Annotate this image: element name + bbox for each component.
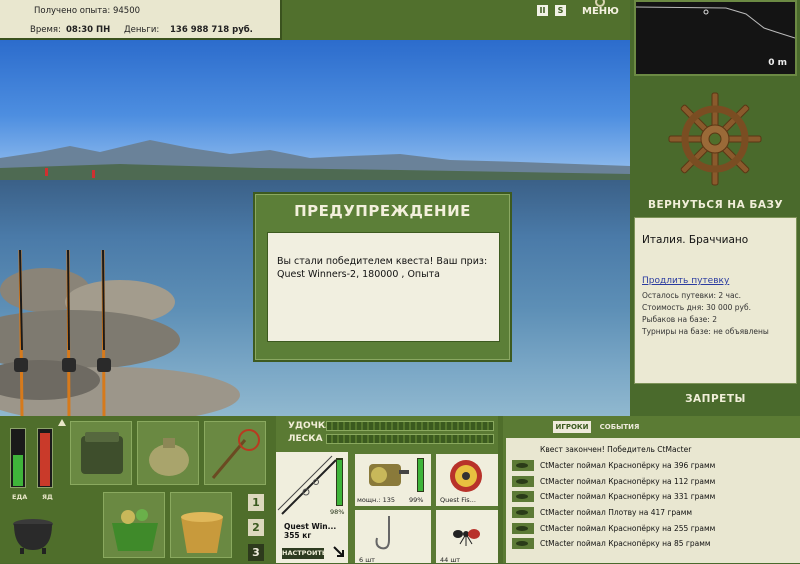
day-cost: Стоимость дня: 30 000 руб. — [642, 303, 751, 312]
rod-condition-percent: 98% — [330, 508, 345, 516]
tab-events[interactable]: СОБЫТИЯ — [597, 421, 642, 433]
bag-slot[interactable] — [137, 421, 199, 485]
dialog-message: Вы стали победителем квеста! Ваш приз: Q… — [277, 256, 488, 280]
base-location: Италия. Браччиано — [642, 234, 749, 246]
list-item: CtMacter поймал Краснопёрку на 255 грамм — [540, 524, 716, 533]
ship-wheel-icon[interactable] — [668, 92, 763, 187]
bans-button[interactable]: ЗАПРЕТЫ — [634, 390, 797, 408]
inventory-tab-2[interactable]: 2 — [248, 519, 264, 536]
line-tension-bar — [326, 434, 494, 444]
poison-meter — [37, 428, 53, 488]
tournaments-at-base: Турниры на базе: не объявлены — [642, 327, 769, 336]
dialog-body: Вы стали победителем квеста! Ваш приз: Q… — [267, 232, 500, 342]
buoy-icon — [45, 168, 48, 176]
list-item: CtMacter поймал Краснопёрку на 85 грамм — [540, 539, 711, 548]
rod-tension-bar — [326, 421, 494, 431]
event-log[interactable]: Квест закончен! Победитель CtMacter CtMa… — [506, 438, 800, 563]
line-name: Quest Fis... — [440, 496, 476, 504]
fish-icon — [512, 491, 534, 502]
hook-icon — [375, 516, 390, 550]
sound-button[interactable]: S — [555, 5, 566, 16]
inventory-tab-1[interactable]: 1 — [248, 494, 264, 511]
return-to-base-button[interactable]: ВЕРНУТЬСЯ НА БАЗУ — [634, 196, 797, 214]
poison-label: ЯД — [42, 493, 53, 501]
distance-readout: 0 m — [768, 58, 787, 68]
list-item: CtMacter поймал Краснопёрку на 331 грамм — [540, 492, 716, 501]
rod-condition-meter — [336, 458, 343, 506]
food-meter — [10, 428, 26, 488]
fish-icon — [512, 523, 534, 534]
line-spool-icon — [450, 460, 482, 492]
reel-card[interactable]: мощн.: 135 99% — [355, 454, 431, 506]
player-stats-panel: Получено опыта: 94500 Время: 08:30 ПН Де… — [0, 0, 282, 40]
reel-condition-percent: 99% — [409, 496, 424, 504]
fish-icon — [512, 460, 534, 471]
hook-card[interactable]: 6 шт — [355, 510, 431, 564]
dialog-title: ПРЕДУПРЕЖДЕНИЕ — [294, 202, 471, 220]
anglers-at-base: Рыбаков на базе: 2 — [642, 315, 717, 324]
sack-icon — [149, 438, 189, 476]
inventory-tab-3[interactable]: 3 — [248, 544, 264, 561]
list-item: CtMacter поймал Краснопёрку на 396 грамм — [540, 461, 716, 470]
experience-label: Получено опыта: — [34, 6, 111, 16]
pause-button[interactable]: II — [537, 5, 548, 16]
fish-icon — [512, 538, 534, 549]
bucket-slot[interactable] — [170, 492, 232, 558]
time-label: Время: — [30, 25, 61, 35]
rod-max-weight: 355 кг — [284, 531, 312, 540]
landing-net-slot[interactable] — [204, 421, 266, 485]
line-label: ЛЕСКА — [288, 434, 323, 444]
list-item: CtMacter поймал Плотву на 417 грамм — [540, 508, 693, 517]
bucket-icon — [181, 512, 223, 553]
menu-label: МЕНЮ — [582, 6, 619, 17]
food-level — [13, 455, 23, 486]
food-label: ЕДА — [12, 493, 28, 501]
reel-condition-level — [418, 459, 423, 491]
rod-condition-level — [337, 460, 342, 505]
food-basket-slot[interactable] — [103, 492, 165, 558]
poison-level — [40, 433, 50, 486]
base-info-panel: Италия. Браччиано Продлить путевку Остал… — [634, 217, 797, 384]
line-card[interactable]: Quest Fis... — [436, 454, 498, 506]
experience-stat: Получено опыта: 94500 — [34, 6, 140, 16]
experience-value: 94500 — [112, 6, 141, 16]
arrow-up-icon[interactable] — [58, 419, 66, 426]
ant-bait-icon — [453, 529, 480, 546]
buoy-icon — [92, 170, 95, 178]
reel-icon — [369, 464, 409, 486]
warning-dialog[interactable]: ПРЕДУПРЕЖДЕНИЕ Вы стали победителем квес… — [253, 192, 512, 362]
quest-result-line: Квест закончен! Победитель CtMacter — [540, 445, 692, 454]
money-value: 136 988 718 руб. — [170, 25, 253, 35]
fish-icon — [512, 507, 534, 518]
fish-icon — [512, 476, 534, 487]
permit-remaining: Осталось путевки: 2 час. — [642, 291, 742, 300]
money-label: Деньги: — [124, 25, 160, 35]
rod-card[interactable]: 98% Quest Win... 355 кг НАСТРОИТЬ — [276, 452, 348, 563]
adjust-button[interactable]: НАСТРОИТЬ — [282, 548, 327, 559]
rod-name: Quest Win... — [284, 522, 337, 531]
tackle-box-icon — [81, 432, 123, 474]
bait-card[interactable]: 44 шт — [436, 510, 498, 564]
list-item: CtMacter поймал Краснопёрку на 112 грамм — [540, 477, 716, 486]
time-value: 08:30 ПН — [66, 25, 111, 35]
arrow-down-right-icon[interactable] — [332, 545, 346, 559]
tackle-box-slot[interactable] — [70, 421, 132, 485]
depth-map[interactable]: 0 m — [634, 0, 797, 76]
basket-icon — [112, 509, 158, 551]
tab-players[interactable]: ИГРОКИ — [553, 421, 591, 433]
extend-permit-link[interactable]: Продлить путевку — [642, 276, 729, 286]
reel-condition-meter — [417, 458, 424, 492]
reel-power: мощн.: 135 — [357, 496, 395, 504]
landing-net-icon — [211, 429, 260, 479]
menu-button[interactable]: МЕНЮ — [578, 0, 622, 22]
cauldron-icon[interactable] — [10, 512, 56, 556]
